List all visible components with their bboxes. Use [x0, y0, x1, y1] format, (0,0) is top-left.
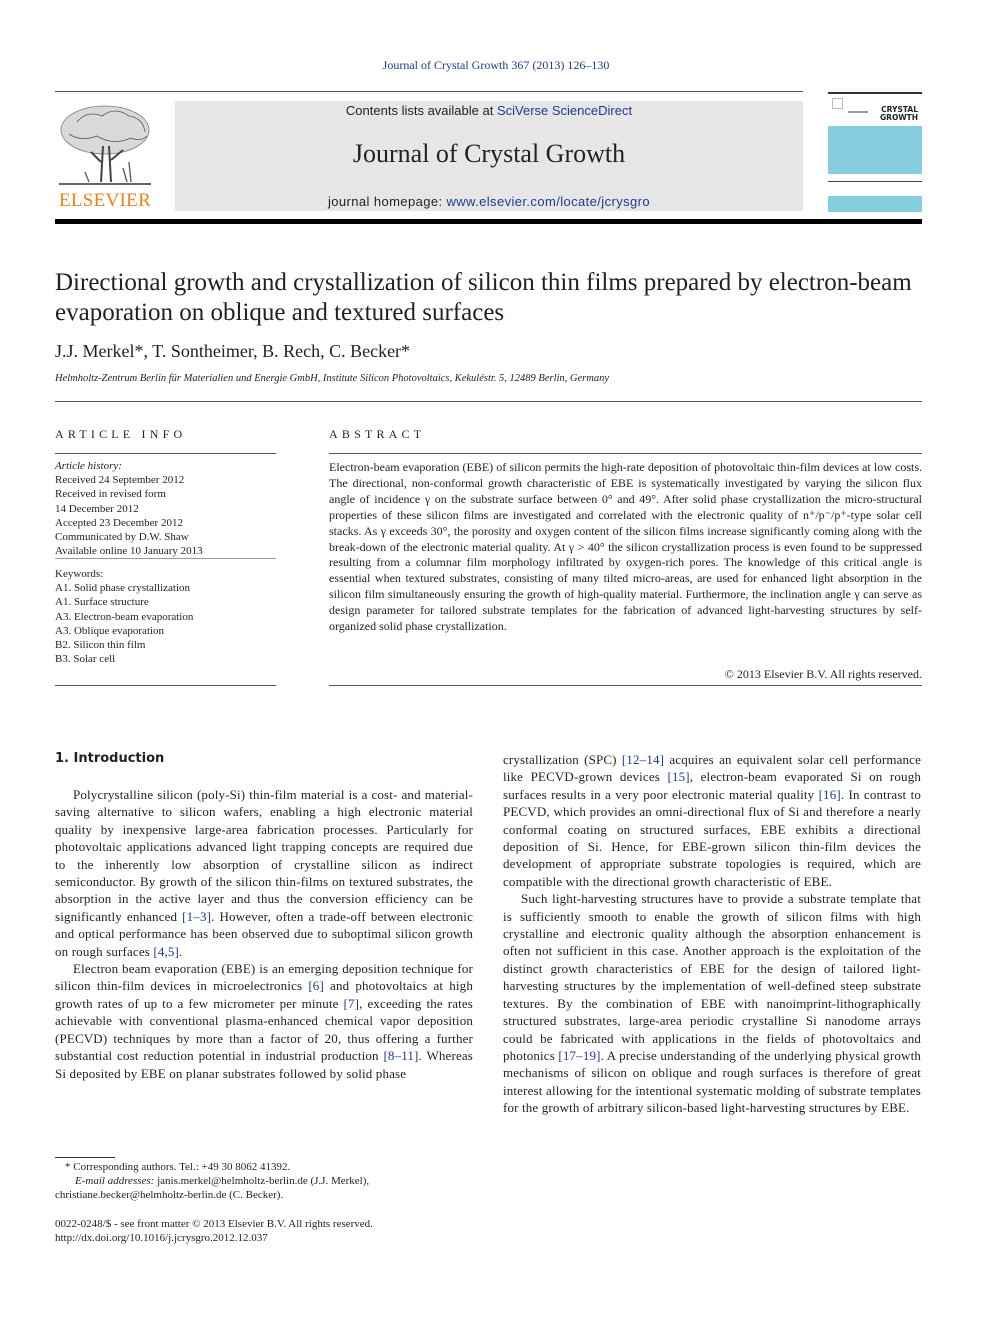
keywords-rule	[55, 685, 276, 686]
keywords: Keywords: A1. Solid phase crystallizatio…	[55, 567, 280, 666]
abstract-rule-bottom	[329, 685, 922, 686]
history-rule	[55, 558, 276, 559]
email-becker[interactable]: christiane.becker@helmholtz-berlin.de (C…	[55, 1188, 485, 1202]
keyword-item: A1. Solid phase crystallization	[55, 582, 191, 595]
history-item: Available online 10 January 2013	[55, 545, 203, 558]
keyword-item: B2. Silicon thin film	[55, 639, 146, 652]
cover-elsevier-mini-icon	[832, 98, 843, 109]
paragraph: Electron beam evaporation (EBE) is an em…	[55, 961, 474, 1081]
citation-link[interactable]: [1–3]	[182, 909, 211, 924]
history-item: Accepted 23 December 2012	[55, 516, 183, 529]
sciencedirect-link[interactable]: SciVerse ScienceDirect	[497, 103, 632, 118]
affiliation-rule	[55, 401, 922, 402]
contents-line: Contents lists available at SciVerse Sci…	[175, 103, 803, 118]
keyword-item: A1. Surface structure	[55, 596, 149, 609]
elsevier-tree-icon	[59, 105, 151, 185]
history-item: Communicated by D.W. Shaw	[55, 531, 189, 544]
journal-cover-thumbnail[interactable]: CRYSTAL GROWTH	[828, 92, 922, 212]
paragraph: Such light-harvesting structures have to…	[503, 891, 921, 1116]
article-info-rule	[55, 453, 276, 454]
keyword-item: B3. Solar cell	[55, 653, 116, 666]
homepage-prefix: journal homepage:	[327, 194, 447, 209]
citation-link[interactable]: [7]	[344, 996, 360, 1011]
footnote-rule	[55, 1157, 115, 1158]
email-label: E-mail addresses:	[75, 1175, 155, 1187]
journal-name: Journal of Crystal Growth	[352, 139, 626, 168]
header-rule-top	[55, 91, 803, 92]
citation-link[interactable]: [8–11]	[383, 1048, 418, 1063]
cover-title: CRYSTAL GROWTH	[880, 105, 918, 122]
cover-blue-panel	[828, 126, 922, 174]
abstract-copyright: © 2013 Elsevier B.V. All rights reserved…	[724, 667, 922, 681]
abstract-heading: ABSTRACT	[329, 427, 426, 441]
article-history: Article history: Received 24 September 2…	[55, 459, 280, 558]
citation-link[interactable]: [15]	[667, 769, 689, 784]
abstract-rule-top	[329, 453, 922, 454]
email-line: E-mail addresses: janis.merkel@helmholtz…	[55, 1174, 485, 1188]
section-heading-introduction: 1. Introduction	[55, 751, 165, 766]
history-item: Received in revised form	[55, 488, 166, 501]
body-column-left: Polycrystalline silicon (poly-Si) thin-f…	[55, 786, 473, 1082]
affiliation: Helmholtz-Zentrum Berlin für Materialien…	[55, 373, 609, 384]
elsevier-wordmark: ELSEVIER	[58, 190, 152, 211]
email-merkel[interactable]: janis.merkel@helmholtz-berlin.de (J.J. M…	[154, 1175, 369, 1187]
history-item: Received 24 September 2012	[55, 474, 185, 487]
journal-header-box: Contents lists available at SciVerse Sci…	[175, 101, 803, 211]
citation-link[interactable]: [16]	[819, 787, 841, 802]
abstract-text: Electron-beam evaporation (EBE) of silic…	[329, 460, 922, 634]
keyword-item: A3. Electron-beam evaporation	[55, 610, 194, 623]
paragraph: crystallization (SPC) [12–14] acquires a…	[503, 752, 921, 889]
corresponding-author-footnote: * Corresponding authors. Tel.: +49 30 80…	[55, 1160, 485, 1202]
cover-blue-strip	[828, 196, 922, 212]
paragraph: Polycrystalline silicon (poly-Si) thin-f…	[55, 787, 473, 959]
keywords-label: Keywords:	[55, 568, 104, 580]
issn-copyright: 0022-0248/$ - see front matter © 2013 El…	[55, 1218, 373, 1230]
citation-link[interactable]: [4,5]	[153, 944, 179, 959]
body-column-right: crystallization (SPC) [12–14] acquires a…	[503, 751, 921, 1117]
running-head[interactable]: Journal of Crystal Growth 367 (2013) 126…	[0, 58, 992, 73]
history-label: Article history:	[55, 460, 122, 472]
contents-prefix: Contents lists available at	[345, 103, 497, 118]
homepage-link[interactable]: www.elsevier.com/locate/jcrysgro	[446, 194, 650, 209]
author-list[interactable]: J.J. Merkel*, T. Sontheimer, B. Rech, C.…	[55, 341, 410, 362]
cover-top-rule	[828, 92, 922, 94]
corresponding-note: * Corresponding authors. Tel.: +49 30 80…	[65, 1161, 291, 1173]
elsevier-logo[interactable]: ELSEVIER	[55, 100, 155, 212]
history-item: 14 December 2012	[55, 502, 139, 515]
keyword-item: A3. Oblique evaporation	[55, 624, 165, 637]
homepage-line: journal homepage: www.elsevier.com/locat…	[175, 194, 803, 209]
citation-link[interactable]: [12–14]	[622, 752, 664, 767]
header-rule-bottom	[55, 219, 922, 224]
doi-link[interactable]: http://dx.doi.org/10.1016/j.jcrysgro.201…	[55, 1231, 485, 1245]
citation-link[interactable]: [6]	[308, 978, 324, 993]
article-title: Directional growth and crystallization o…	[55, 269, 912, 326]
citation-link[interactable]: [17–19]	[558, 1048, 600, 1063]
cover-journal-of-label	[848, 111, 868, 113]
front-matter: 0022-0248/$ - see front matter © 2013 El…	[55, 1217, 485, 1245]
cover-divider	[828, 181, 922, 182]
article-info-heading: ARTICLE INFO	[55, 427, 187, 441]
